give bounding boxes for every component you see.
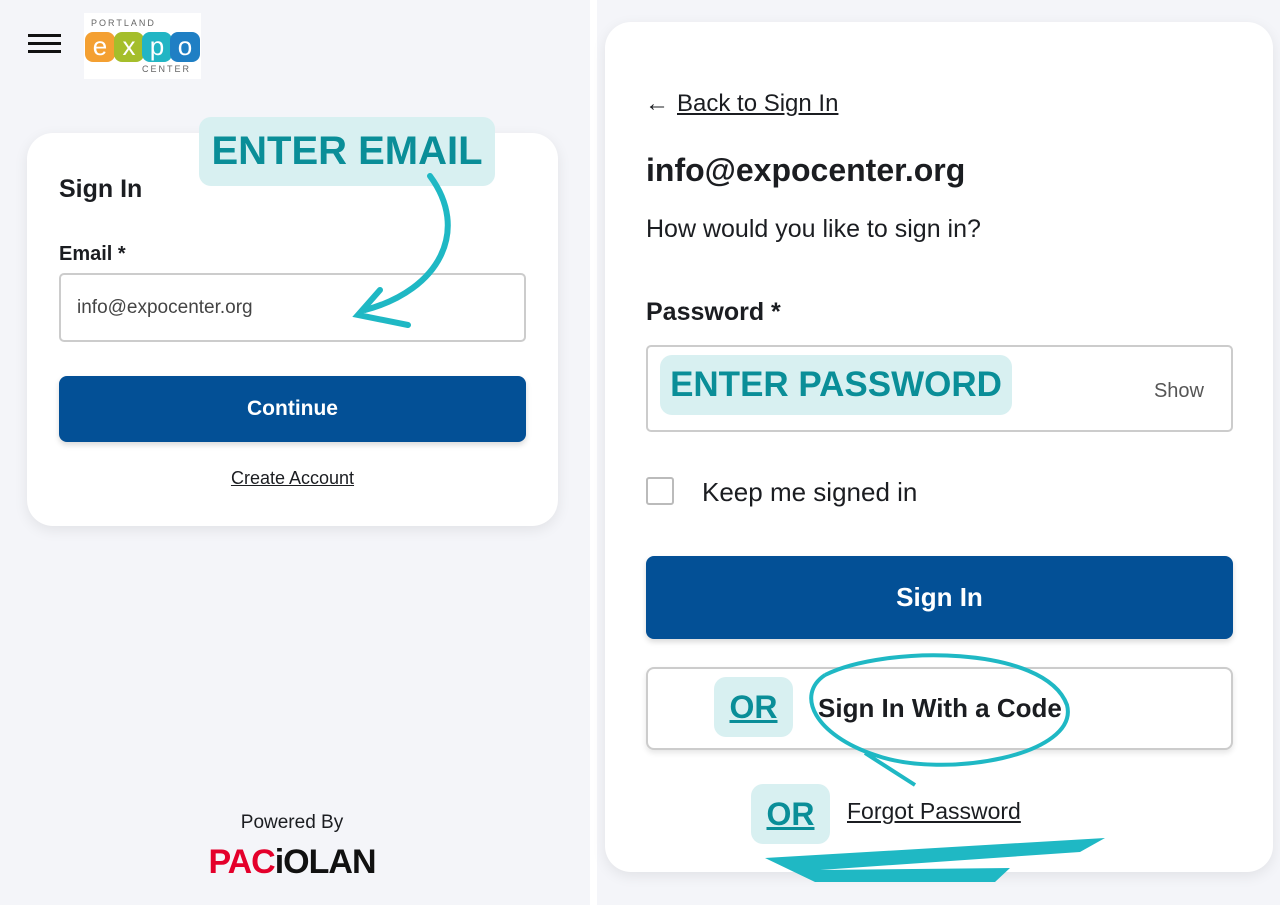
back-link[interactable]: ← Back to Sign In [645,90,838,118]
password-label: Password * [646,298,781,326]
keep-signed-in-checkbox[interactable] [646,477,674,505]
logo-bottom-text: CENTER [142,64,192,74]
logo-letter: x [114,32,144,62]
sign-in-title: Sign In [59,175,143,203]
sign-in-question: How would you like to sign in? [646,215,981,243]
keep-signed-in-label[interactable]: Keep me signed in [702,477,917,508]
paciolan-logo: PACiOLAN [0,843,584,882]
create-account-link[interactable]: Create Account [27,468,558,489]
annotation-underline [765,838,1105,882]
hamburger-menu-icon[interactable] [28,34,61,54]
enter-password-annotation: ENTER PASSWORD [660,355,1012,415]
show-password-button[interactable]: Show [1154,380,1204,403]
logo-letter: o [170,32,200,62]
brand-red: PAC [208,843,275,881]
logo-letter: e [85,32,115,62]
email-label: Email * [59,243,126,265]
sign-in-card: Sign In Email * info@expocenter.org Cont… [27,133,558,526]
brand-black: iOLAN [274,843,377,881]
sign-in-button[interactable]: Sign In [646,556,1233,639]
portland-expo-logo[interactable]: PORTLAND e x p o CENTER [84,13,201,79]
back-link-label: Back to Sign In [677,90,839,117]
powered-by-text: Powered By [240,812,344,833]
email-value: info@expocenter.org [77,297,253,318]
logo-letter: p [142,32,172,62]
panel-divider [590,0,597,905]
arrow-left-icon: ← [645,90,669,117]
or-annotation: OR [714,677,793,737]
forgot-password-link[interactable]: Forgot Password [847,798,1021,825]
annotation-arrow [352,173,451,328]
account-email: info@expocenter.org [646,152,966,188]
annotation-circle [809,653,1070,787]
continue-button[interactable]: Continue [59,376,526,442]
logo-top-text: PORTLAND [91,18,156,28]
